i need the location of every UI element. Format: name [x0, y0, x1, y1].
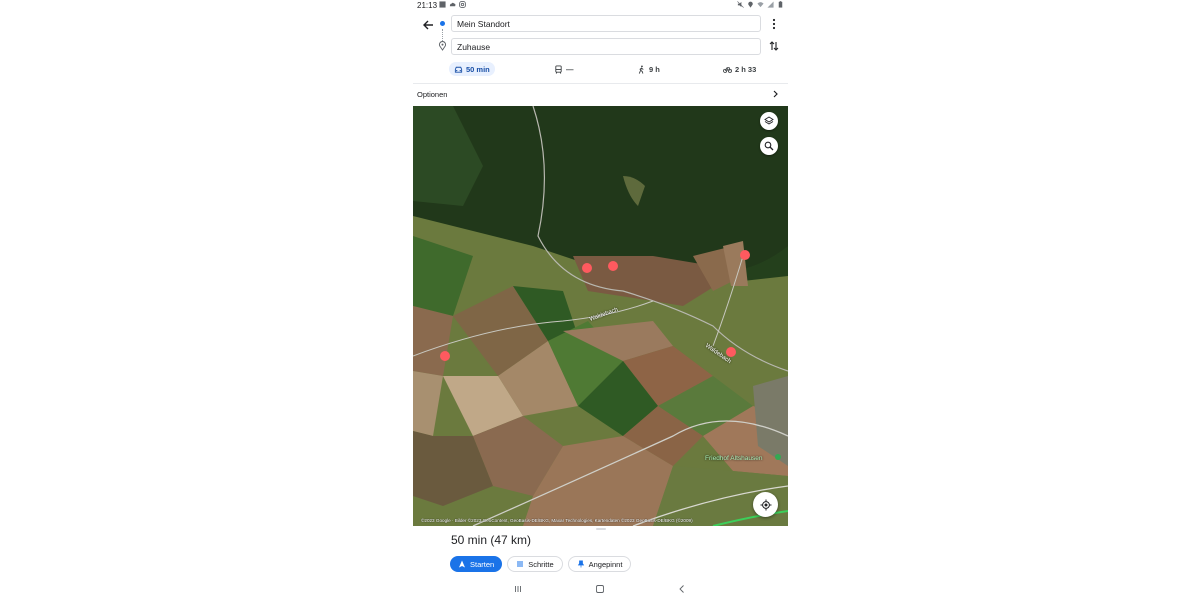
layers-icon — [764, 116, 774, 125]
home-icon[interactable] — [595, 584, 605, 594]
steps-button-label: Schritte — [528, 559, 554, 569]
cloud-icon — [449, 2, 456, 7]
pinned-button[interactable]: Angepinnt — [567, 556, 632, 572]
mute-icon — [737, 1, 744, 8]
system-nav-bar — [413, 580, 788, 598]
chevron-right-icon — [773, 90, 778, 98]
poi-marker[interactable] — [775, 454, 781, 460]
my-location-icon — [760, 499, 771, 510]
origin-field[interactable]: Mein Standort — [451, 15, 761, 32]
image-icon — [439, 1, 446, 8]
destination-pin-icon — [439, 41, 446, 51]
back-arrow-icon[interactable] — [421, 18, 435, 32]
options-row[interactable]: Optionen — [413, 86, 788, 104]
instagram-icon — [459, 1, 466, 8]
back-icon[interactable] — [677, 584, 687, 594]
recent-apps-icon[interactable] — [513, 584, 523, 594]
map-marker[interactable] — [740, 250, 750, 260]
mode-walk-value: 9 h — [649, 64, 660, 74]
divider — [413, 83, 788, 84]
origin-dot-icon — [440, 21, 445, 26]
layers-button[interactable] — [760, 112, 778, 130]
action-buttons: Starten Schritte Angepinnt — [450, 556, 632, 572]
battery-icon — [778, 1, 783, 8]
mode-bike-value: 2 h 33 — [735, 64, 757, 74]
mode-walk[interactable]: 9 h — [632, 62, 665, 76]
swap-icon[interactable] — [768, 40, 780, 52]
map-marker[interactable] — [608, 261, 618, 271]
wifi-icon — [757, 2, 764, 8]
route-connector — [442, 29, 444, 41]
phone-screen: 21:13 Mein Standort Zuhause 50 min — 9 h… — [413, 0, 788, 600]
mode-car[interactable]: 50 min — [449, 62, 495, 76]
transit-icon — [555, 64, 562, 74]
poi-label[interactable]: Friedhof Altshausen — [705, 455, 762, 462]
signal-icon — [767, 1, 774, 8]
destination-field[interactable]: Zuhause — [451, 38, 761, 55]
navigation-arrow-icon — [459, 560, 465, 568]
options-label: Optionen — [417, 90, 448, 99]
mode-transit[interactable]: — — [549, 62, 579, 76]
start-button[interactable]: Starten — [450, 556, 503, 572]
pinned-button-label: Angepinnt — [588, 559, 623, 569]
route-summary: 50 min (47 km) — [451, 533, 532, 547]
mode-bike[interactable]: 2 h 33 — [718, 62, 761, 76]
mode-car-value: 50 min — [466, 64, 490, 74]
map-marker[interactable] — [582, 263, 592, 273]
my-location-button[interactable] — [753, 492, 778, 517]
map-marker[interactable] — [726, 347, 736, 357]
search-map-button[interactable] — [760, 137, 778, 155]
more-vert-icon[interactable] — [769, 18, 779, 30]
status-time: 21:13 — [417, 1, 438, 10]
pin-icon — [577, 560, 584, 568]
travel-modes: 50 min — 9 h 2 h 33 — [413, 60, 788, 78]
sheet-grabber[interactable] — [596, 528, 606, 530]
map-attribution: ©2023 Google · Bilder ©2023 GeoContent, … — [421, 518, 693, 523]
list-icon — [517, 561, 524, 567]
location-icon — [748, 1, 753, 8]
bike-icon — [723, 66, 732, 73]
steps-button[interactable]: Schritte — [507, 556, 563, 572]
search-icon — [764, 141, 774, 151]
walk-icon — [638, 64, 644, 74]
mode-transit-value: — — [566, 64, 574, 74]
status-bar: 21:13 — [413, 0, 788, 12]
satellite-map[interactable]: Waldebach Waldebach Friedhof Altshausen … — [413, 106, 788, 526]
start-button-label: Starten — [470, 559, 495, 569]
car-icon — [454, 66, 463, 73]
map-marker[interactable] — [440, 351, 450, 361]
